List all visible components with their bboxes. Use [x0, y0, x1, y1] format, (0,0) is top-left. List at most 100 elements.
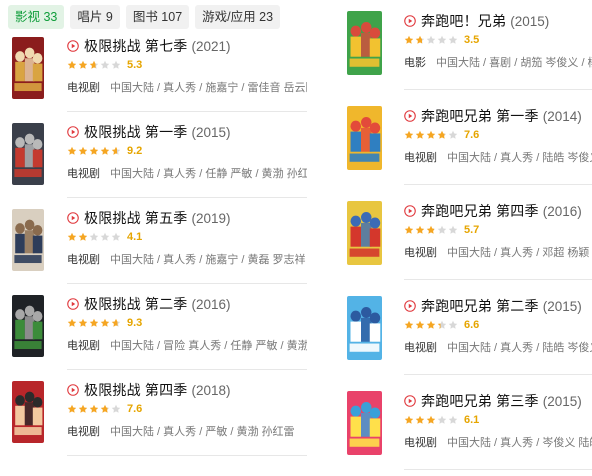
play-icon[interactable] — [67, 212, 79, 224]
play-icon[interactable] — [404, 110, 416, 122]
rating-stars — [404, 130, 458, 140]
play-icon[interactable] — [404, 300, 416, 312]
poster-image[interactable] — [12, 209, 44, 271]
divider — [67, 197, 307, 198]
star-icon — [100, 60, 110, 69]
rating-score: 5.3 — [127, 59, 143, 71]
item-type: 电视剧 — [404, 437, 437, 449]
rating-score: 9.3 — [127, 317, 143, 329]
star-icon — [89, 232, 99, 241]
list-item[interactable]: 奔跑吧兄弟 第一季(2014) 7.6 电视剧中国大陆 / 真人秀 / 陆皓 岑俊义… — [337, 106, 592, 183]
item-type: 电影 — [404, 57, 426, 69]
title-row: 奔跑吧兄弟 第四季 (2016) — [404, 202, 582, 220]
item-title[interactable]: 极限挑战 第一季 — [84, 122, 188, 142]
star-icon — [448, 35, 458, 44]
meta-row: 电视剧 中国大陆 / 真人秀 / 任静 严敏 / 黄渤 孙红雷 — [67, 165, 307, 181]
poster-image[interactable] — [347, 11, 382, 75]
star-icon — [437, 225, 447, 234]
rating-stars — [404, 35, 458, 45]
item-title[interactable]: 极限挑战 第七季 — [84, 36, 188, 56]
poster-image[interactable] — [347, 296, 382, 360]
tab-2[interactable]: 图书 107 — [125, 5, 190, 29]
rating-score: 4.1 — [127, 231, 143, 243]
star-icon — [100, 146, 110, 155]
play-icon[interactable] — [67, 298, 79, 310]
list-item[interactable]: 极限挑战 第四季 (2018) 7.6 电视剧 中国大陆 / 真人秀 / 严敏 / 黄渤… — [0, 381, 307, 457]
item-title[interactable]: 奔跑吧兄弟 第三季 — [421, 391, 539, 411]
play-icon[interactable] — [67, 126, 79, 138]
item-title[interactable]: 奔跑吧！兄弟 — [421, 11, 506, 31]
rating-stars — [404, 225, 458, 235]
play-icon[interactable] — [404, 395, 416, 407]
tab-1[interactable]: 唱片 9 — [70, 5, 120, 29]
item-meta: 中国大陆 / 冒险 真人秀 / 任静 严敏 / 黄渤 孙... — [110, 340, 307, 352]
list-item[interactable]: 奔跑吧！兄弟(2015) 3.5 电影中国大陆 / 喜剧 / 胡笳 岑俊义 / 杨颖 — [337, 11, 592, 88]
star-icon — [448, 225, 458, 234]
rating-score: 5.7 — [464, 224, 480, 236]
meta-row: 电视剧中国大陆 / 冒险 真人秀 / 任静 严敏 / 黄渤 孙... — [67, 337, 307, 353]
rating-stars — [67, 60, 121, 70]
poster-image[interactable] — [12, 123, 44, 185]
play-icon[interactable] — [67, 384, 79, 396]
rating-row: 9.2 — [67, 144, 142, 158]
poster-image[interactable] — [12, 295, 44, 357]
meta-row: 电视剧 中国大陆 / 真人秀 / 施嘉宁 / 黄磊 罗志祥 — [67, 251, 306, 267]
list-item[interactable]: 奔跑吧兄弟 第二季(2015) 6.6 电视剧中国大陆 / 真人秀 / 陆皓 岑俊义… — [337, 296, 592, 373]
play-icon[interactable] — [67, 40, 79, 52]
item-title[interactable]: 极限挑战 第二季 — [84, 294, 188, 314]
star-icon — [78, 60, 88, 69]
play-icon[interactable] — [404, 15, 416, 27]
star-icon — [111, 232, 121, 241]
item-title[interactable]: 奔跑吧兄弟 第四季 — [421, 201, 539, 221]
item-year: (2015) — [542, 393, 582, 409]
play-icon[interactable] — [404, 205, 416, 217]
star-icon — [426, 320, 436, 329]
meta-row: 电视剧 中国大陆 / 真人秀 / 邓超 杨颖 — [404, 244, 589, 260]
title-row: 极限挑战 第五季 (2019) — [67, 209, 231, 227]
category-tabs: 影视 33 唱片 9 图书 107 游戏/应用 23 — [8, 5, 281, 29]
divider — [67, 455, 307, 456]
poster-image[interactable] — [12, 37, 44, 99]
item-year: (2016) — [542, 203, 582, 219]
poster-image[interactable] — [347, 201, 382, 265]
item-type: 电视剧 — [67, 254, 100, 266]
list-item[interactable]: 极限挑战 第一季 (2015) 9.2 电视剧 中国大陆 / 真人秀 / 任静 严敏 /… — [0, 123, 307, 199]
item-year: (2014) — [542, 108, 582, 124]
item-year: (2016) — [191, 296, 231, 312]
list-item[interactable]: 极限挑战 第二季 (2016) 9.3 电视剧 中国大陆 / 冒险 真人秀 / 任静 严… — [0, 295, 307, 371]
star-icon — [415, 130, 425, 139]
item-year: (2015) — [542, 298, 582, 314]
star-icon — [111, 318, 121, 327]
item-title[interactable]: 奔跑吧兄弟 第一季 — [421, 106, 539, 126]
star-icon — [111, 146, 121, 155]
rating-row: 5.7 — [404, 223, 479, 237]
item-title[interactable]: 极限挑战 第四季 — [84, 380, 188, 400]
poster-image[interactable] — [347, 391, 382, 455]
star-icon — [67, 404, 77, 413]
list-item[interactable]: 极限挑战 第七季 (2021) 5.3 电视剧 中国大陆 / 真人秀 / 施嘉宁 / 雷… — [0, 37, 307, 113]
divider — [404, 184, 592, 185]
rating-row: 6.1 — [404, 413, 479, 427]
star-icon — [448, 130, 458, 139]
tab-0[interactable]: 影视 33 — [8, 5, 65, 29]
poster-image[interactable] — [347, 106, 382, 170]
list-item[interactable]: 极限挑战 第五季 (2019) 4.1 电视剧 中国大陆 / 真人秀 / 施嘉宁 / 黄… — [0, 209, 307, 285]
item-meta: 中国大陆 / 真人秀 / 施嘉宁 / 雷佳音 岳云鹏 — [110, 82, 307, 94]
rating-row: 7.6 — [404, 128, 479, 142]
rating-stars — [67, 232, 121, 242]
star-icon — [415, 415, 425, 424]
item-type: 电视剧 — [404, 152, 437, 164]
list-item[interactable]: 奔跑吧兄弟 第三季 (2015) 6.1 电视剧 中国大陆 / 真人秀 / 岑俊义 陆皓 — [337, 391, 592, 468]
divider — [404, 374, 592, 375]
item-title[interactable]: 极限挑战 第五季 — [84, 208, 188, 228]
star-icon — [100, 404, 110, 413]
meta-row: 电影中国大陆 / 喜剧 / 胡笳 岑俊义 / 杨颖 — [404, 54, 592, 70]
title-row: 极限挑战 第二季 (2016) — [67, 295, 231, 313]
divider — [404, 279, 592, 280]
star-icon — [89, 404, 99, 413]
rating-row: 5.3 — [67, 58, 142, 72]
tab-3[interactable]: 游戏/应用 23 — [195, 5, 281, 29]
poster-image[interactable] — [12, 381, 44, 443]
list-item[interactable]: 奔跑吧兄弟 第四季 (2016) 5.7 电视剧 中国大陆 / 真人秀 / 邓超 杨颖 — [337, 201, 592, 278]
item-title[interactable]: 奔跑吧兄弟 第二季 — [421, 296, 539, 316]
